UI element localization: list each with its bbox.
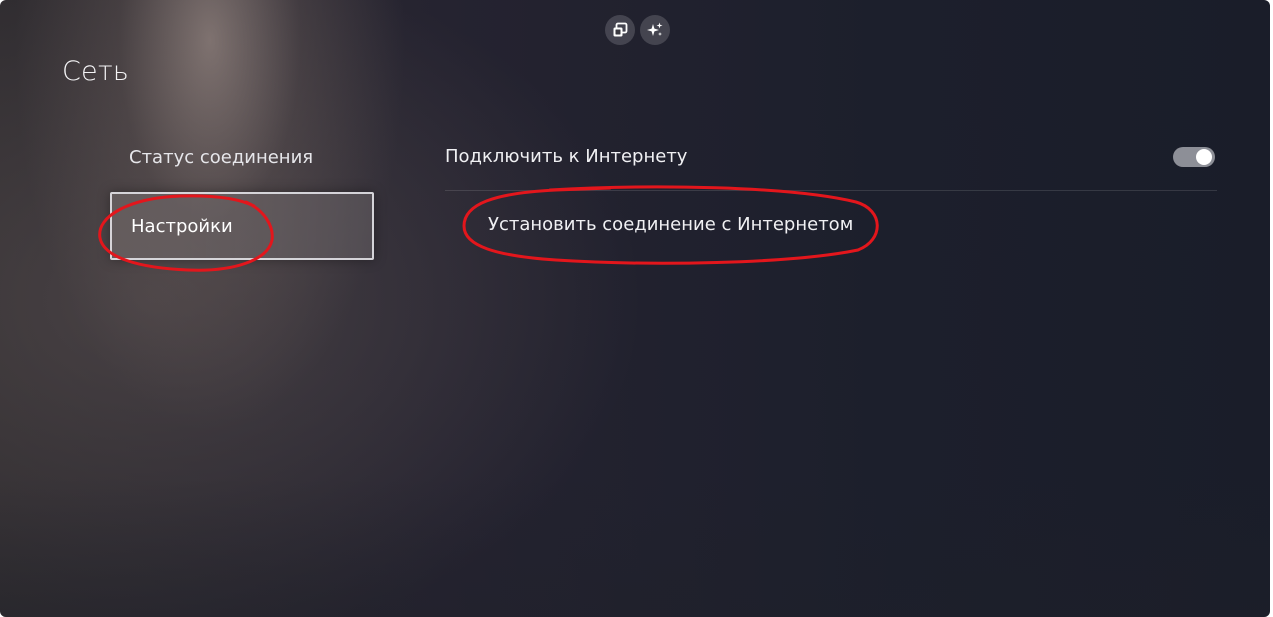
top-icon-bar [605,15,670,45]
ps5-network-settings-screen: Сеть Статус соединения Настройки Подключ… [0,0,1270,617]
left-menu: Статус соединения Настройки [110,123,374,261]
toggle-knob [1196,148,1212,165]
menu-item-label: Статус соединения [129,146,314,168]
menu-item-connection-status[interactable]: Статус соединения [110,123,374,191]
picture-in-picture-icon[interactable] [605,15,635,45]
menu-item-settings[interactable]: Настройки [110,192,374,260]
connect-internet-row[interactable]: Подключить к Интернету [445,123,1217,191]
setup-connection-row[interactable]: Установить соединение с Интернетом [445,191,1217,257]
setup-connection-label: Установить соединение с Интернетом [488,213,854,235]
settings-panel: Подключить к Интернету Установить соедин… [445,123,1217,257]
menu-item-label: Настройки [131,215,233,237]
page-title: Сеть [62,56,129,87]
connect-internet-label: Подключить к Интернету [445,146,688,167]
connect-internet-toggle[interactable] [1173,146,1215,167]
sparkle-icon[interactable] [640,15,670,45]
